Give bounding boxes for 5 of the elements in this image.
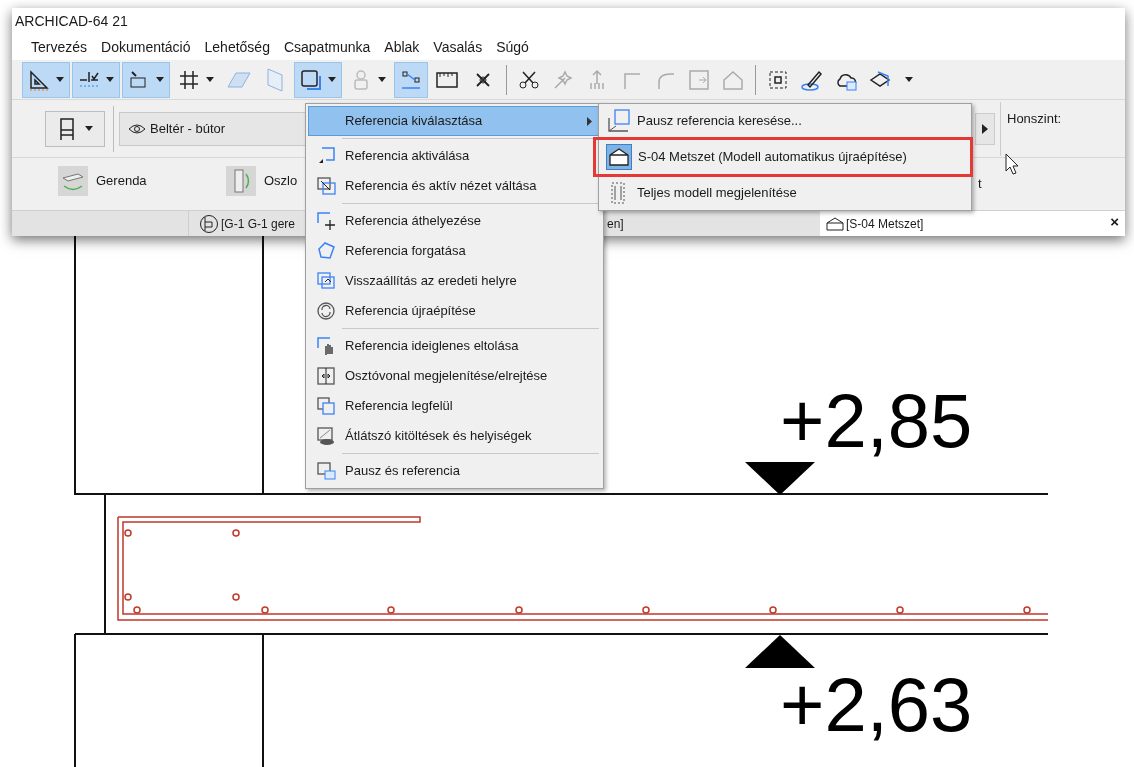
story-label: Honszint: <box>1007 110 1062 128</box>
window-title: ARCHICAD-64 21 <box>15 11 128 31</box>
level-label: +2,63 <box>780 667 973 743</box>
label-fragment: t <box>978 175 982 193</box>
level-label: +2,85 <box>780 383 973 459</box>
